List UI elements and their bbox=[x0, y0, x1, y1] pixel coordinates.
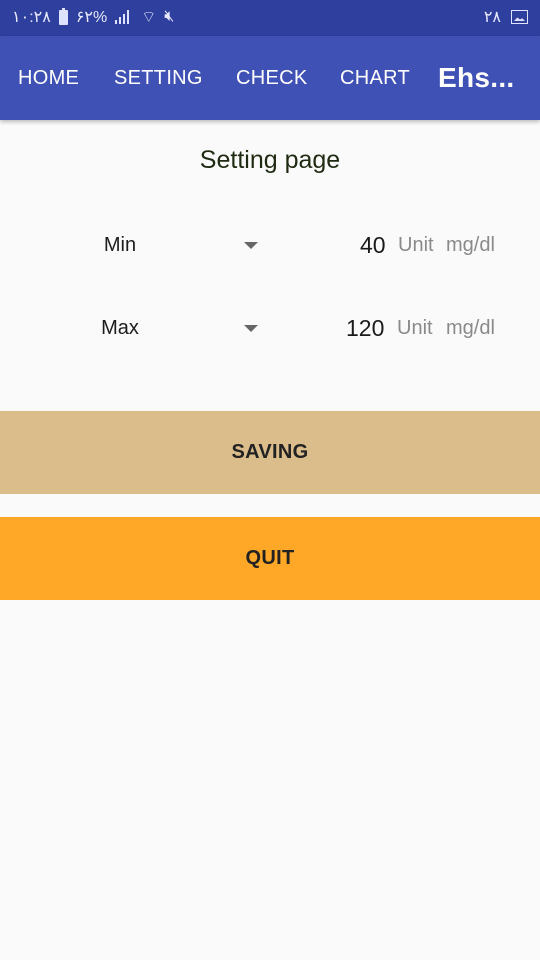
tab-setting[interactable]: SETTING bbox=[114, 36, 203, 120]
max-unit: mg/dl bbox=[446, 317, 495, 339]
max-unit-label: Unit bbox=[397, 317, 433, 339]
min-unit-label: Unit bbox=[398, 234, 434, 256]
min-spinner[interactable]: Min bbox=[80, 225, 265, 265]
battery-icon bbox=[58, 7, 68, 25]
max-value[interactable]: 120 bbox=[346, 315, 384, 342]
saving-button[interactable]: SAVING bbox=[0, 411, 540, 494]
quit-button[interactable]: QUIT bbox=[0, 517, 540, 600]
gallery-icon bbox=[511, 10, 528, 24]
page-title: Setting page bbox=[199, 146, 341, 174]
tab-bar: HOME SETTING CHECK CHART Ehs... bbox=[0, 36, 540, 120]
status-time: ۱۰:۲۸ bbox=[12, 9, 51, 26]
tab-chart[interactable]: CHART bbox=[340, 36, 410, 120]
mute-icon: 🔇︎ bbox=[164, 8, 175, 25]
dropdown-arrow-icon bbox=[244, 242, 258, 249]
app-title: Ehs... bbox=[438, 62, 515, 93]
status-date: ۲۸ bbox=[483, 9, 501, 26]
max-row: Max 120 Unit mg/dl bbox=[0, 308, 540, 348]
tab-home[interactable]: HOME bbox=[18, 36, 79, 120]
signal-icon bbox=[115, 10, 133, 24]
min-row: Min 40 Unit mg/dl bbox=[0, 225, 540, 265]
min-spinner-label: Min bbox=[103, 234, 137, 256]
battery-percent: ۶۲% bbox=[75, 9, 108, 26]
status-left: ۱۰:۲۸ ۶۲% ⌔ 🔇︎ bbox=[12, 7, 174, 27]
status-right: ۲۸ bbox=[484, 7, 528, 27]
wifi-icon: ⌔ bbox=[141, 9, 157, 26]
min-unit: mg/dl bbox=[446, 234, 495, 256]
tab-check[interactable]: CHECK bbox=[236, 36, 308, 120]
dropdown-arrow-icon bbox=[244, 325, 258, 332]
max-spinner[interactable]: Max bbox=[80, 308, 265, 348]
min-value[interactable]: 40 bbox=[360, 232, 386, 259]
status-bar: ۱۰:۲۸ ۶۲% ⌔ 🔇︎ ۲۸ bbox=[0, 0, 540, 36]
max-spinner-label: Max bbox=[101, 317, 139, 339]
